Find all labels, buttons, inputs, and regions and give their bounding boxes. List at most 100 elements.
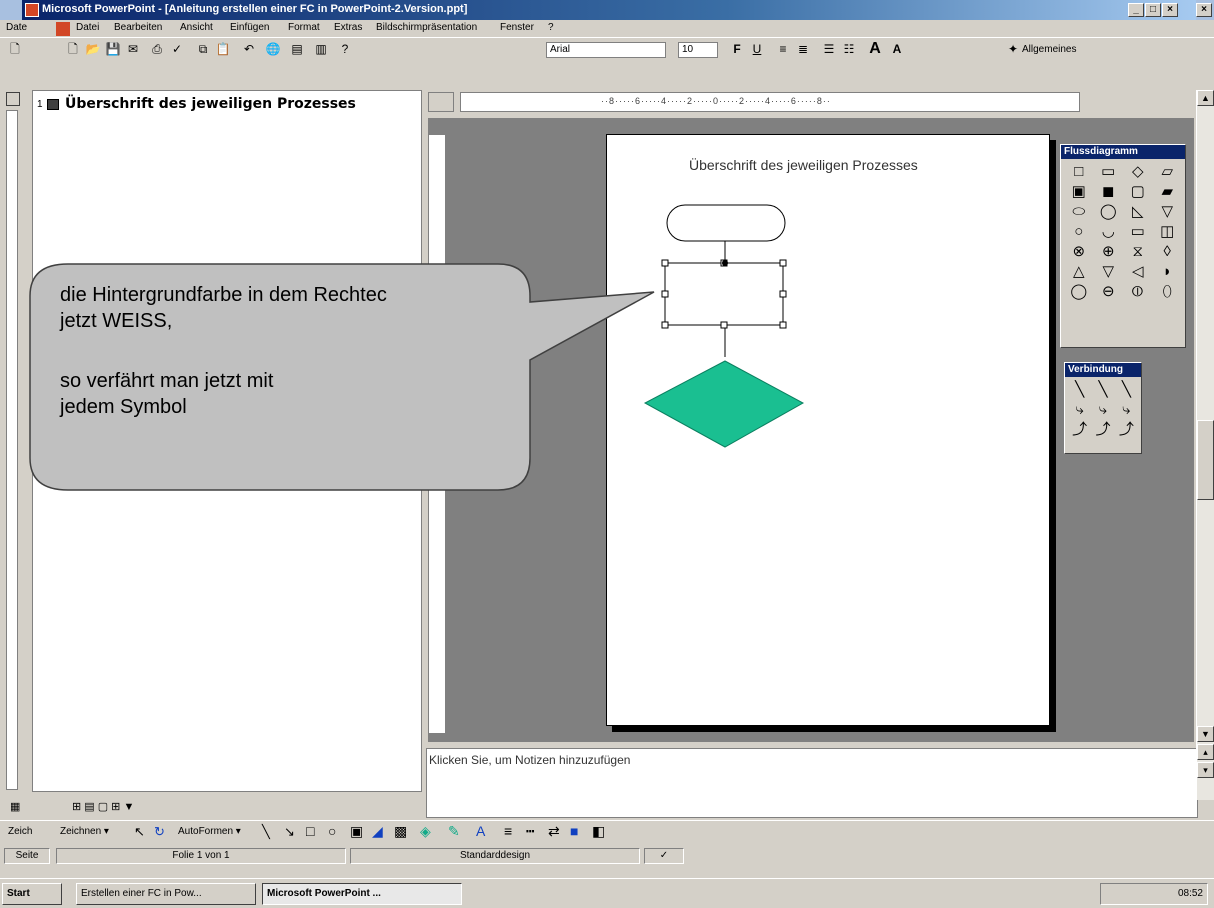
- close-button[interactable]: ×: [1162, 3, 1178, 17]
- wordart-icon[interactable]: ◢: [372, 823, 383, 840]
- design-icon[interactable]: ✦: [1004, 40, 1022, 58]
- straight-double-arrow-connector-icon[interactable]: ╲: [1116, 381, 1137, 399]
- scroll-up-button[interactable]: ▲: [1197, 90, 1214, 106]
- menu-datei[interactable]: Datei: [76, 22, 99, 33]
- new-document-icon[interactable]: 🗋: [64, 40, 82, 58]
- clipart-icon[interactable]: ▩: [394, 823, 407, 840]
- arrow-icon[interactable]: ↘: [284, 824, 295, 840]
- menu-extras[interactable]: Extras: [334, 22, 362, 33]
- line-icon[interactable]: ╲: [262, 824, 270, 840]
- maximize-button[interactable]: □: [1145, 3, 1161, 17]
- font-select[interactable]: Arial: [546, 42, 666, 58]
- underline-icon[interactable]: U: [748, 40, 766, 58]
- previous-slide-button[interactable]: ▴: [1197, 744, 1214, 760]
- straight-connector-icon[interactable]: ╲: [1069, 381, 1090, 399]
- font-size-select[interactable]: 10: [678, 42, 718, 58]
- align-center-icon[interactable]: ≣: [794, 40, 812, 58]
- elbow-connector-icon[interactable]: ⤷: [1069, 401, 1090, 419]
- style-menu[interactable]: Allgemeines: [1022, 44, 1076, 55]
- shape-delay-icon[interactable]: ◗: [1154, 263, 1182, 281]
- menu-format[interactable]: Format: [288, 22, 320, 33]
- terminator-shape[interactable]: [666, 204, 786, 242]
- menu-date-fragment[interactable]: Date: [6, 22, 27, 33]
- save-icon[interactable]: 💾: [104, 40, 122, 58]
- scroll-thumb[interactable]: [1197, 420, 1214, 500]
- outline-title[interactable]: Überschrift des jeweiligen Prozesses: [65, 96, 356, 112]
- hyperlink-icon[interactable]: 🌐: [264, 40, 282, 58]
- shape-merge-icon[interactable]: ▽: [1095, 263, 1123, 281]
- email-icon[interactable]: ✉: [124, 40, 142, 58]
- oval-icon[interactable]: ○: [328, 823, 336, 839]
- menu-fenster[interactable]: Fenster: [500, 22, 534, 33]
- shape-predefined-icon[interactable]: ▣: [1065, 183, 1093, 201]
- arrow-style-icon[interactable]: ⇄: [548, 823, 560, 840]
- open-icon[interactable]: 📂: [84, 40, 102, 58]
- vertical-scrollbar[interactable]: ▲ ▼ ▴ ▾: [1196, 90, 1214, 800]
- undo-icon[interactable]: ↶: [240, 40, 258, 58]
- elbow-double-arrow-connector-icon[interactable]: ⤷: [1116, 401, 1137, 419]
- curved-connector-icon[interactable]: ⤴: [1069, 421, 1090, 439]
- menu-bearbeiten[interactable]: Bearbeiten: [114, 22, 162, 33]
- shape-punched-tape-icon[interactable]: ◫: [1154, 223, 1182, 241]
- fill-color-icon[interactable]: ◈: [420, 823, 431, 840]
- decrease-font-icon[interactable]: A: [888, 40, 906, 58]
- shape-internal-storage-icon[interactable]: ◼: [1095, 183, 1123, 201]
- chart-icon[interactable]: ▥: [312, 40, 330, 58]
- normal-view-icon[interactable]: ▦: [10, 800, 20, 813]
- menu-einfuegen[interactable]: Einfügen: [230, 22, 269, 33]
- autoshapes-menu[interactable]: AutoFormen ▾: [178, 826, 241, 837]
- shape-collate-icon[interactable]: ⧖: [1124, 243, 1152, 261]
- shape-magnetic-disk-icon[interactable]: ⊖: [1095, 283, 1123, 301]
- paste-icon[interactable]: 📋: [214, 40, 232, 58]
- outer-close-button[interactable]: ×: [1196, 3, 1212, 17]
- start-button[interactable]: Start: [2, 883, 62, 905]
- shape-card-icon[interactable]: ▭: [1124, 223, 1152, 241]
- line-style-icon[interactable]: ≡: [504, 823, 512, 839]
- minimize-button[interactable]: _: [1128, 3, 1144, 17]
- copy-icon[interactable]: ⧉: [194, 40, 212, 58]
- notes-pane[interactable]: Klicken Sie, um Notizen hinzuzufügen: [426, 748, 1198, 818]
- shape-or-icon[interactable]: ⊕: [1095, 243, 1123, 261]
- shape-multidocument-icon[interactable]: ▰: [1154, 183, 1182, 201]
- shape-sort-icon[interactable]: ◊: [1154, 243, 1182, 261]
- menu-bildschirmpraesentation[interactable]: Bildschirmpräsentation: [376, 22, 477, 33]
- bullet-list-icon[interactable]: ☷: [840, 40, 858, 58]
- dash-style-icon[interactable]: ┅: [526, 823, 534, 840]
- select-pointer-icon[interactable]: ↖: [134, 824, 145, 840]
- spelling-icon[interactable]: ✓: [168, 40, 186, 58]
- shape-decision-icon[interactable]: ◇: [1124, 163, 1152, 181]
- align-left-icon[interactable]: ≡: [774, 40, 792, 58]
- menu-help[interactable]: ?: [548, 22, 554, 33]
- shape-manual-operation-icon[interactable]: ▽: [1154, 203, 1182, 221]
- scroll-down-button[interactable]: ▼: [1197, 726, 1214, 742]
- rotate-icon[interactable]: ↻: [154, 824, 165, 840]
- straight-arrow-connector-icon[interactable]: ╲: [1092, 381, 1113, 399]
- curved-arrow-connector-icon[interactable]: ⤴: [1092, 421, 1113, 439]
- shape-terminator-icon[interactable]: ⬭: [1065, 203, 1093, 221]
- shape-process-icon[interactable]: □: [1065, 163, 1093, 181]
- elbow-arrow-connector-icon[interactable]: ⤷: [1092, 401, 1113, 419]
- font-color-icon[interactable]: A: [476, 823, 485, 839]
- shape-summing-junction-icon[interactable]: ⊗: [1065, 243, 1093, 261]
- shadow-icon[interactable]: ■: [570, 823, 578, 839]
- drawbar-left-fragment[interactable]: Zeich: [8, 826, 32, 837]
- shape-extract-icon[interactable]: △: [1065, 263, 1093, 281]
- process-rectangle[interactable]: [664, 262, 784, 326]
- notes-placeholder[interactable]: Klicken Sie, um Notizen hinzuzufügen: [429, 753, 630, 767]
- shape-document-icon[interactable]: ▢: [1124, 183, 1152, 201]
- shape-stored-data-icon[interactable]: ◁: [1124, 263, 1152, 281]
- shape-connector-icon[interactable]: ○: [1065, 223, 1093, 241]
- rectangle-icon[interactable]: □: [306, 823, 314, 839]
- 3d-icon[interactable]: ◧: [592, 823, 605, 840]
- menu-ansicht[interactable]: Ansicht: [180, 22, 213, 33]
- slide-canvas[interactable]: Überschrift des jeweiligen Prozesses: [606, 134, 1050, 726]
- shape-direct-access-icon[interactable]: ⦶: [1124, 283, 1152, 301]
- bold-icon[interactable]: F: [728, 40, 746, 58]
- new-icon[interactable]: 🗋: [6, 40, 24, 58]
- shape-manual-input-icon[interactable]: ◺: [1124, 203, 1152, 221]
- outline-tab-icon[interactable]: [6, 92, 20, 106]
- shape-sequential-access-icon[interactable]: ◯: [1065, 283, 1093, 301]
- line-color-icon[interactable]: ✎: [448, 823, 460, 840]
- print-icon[interactable]: ⎙: [148, 40, 166, 58]
- taskbar-item-powerpoint[interactable]: Microsoft PowerPoint ...: [262, 883, 462, 905]
